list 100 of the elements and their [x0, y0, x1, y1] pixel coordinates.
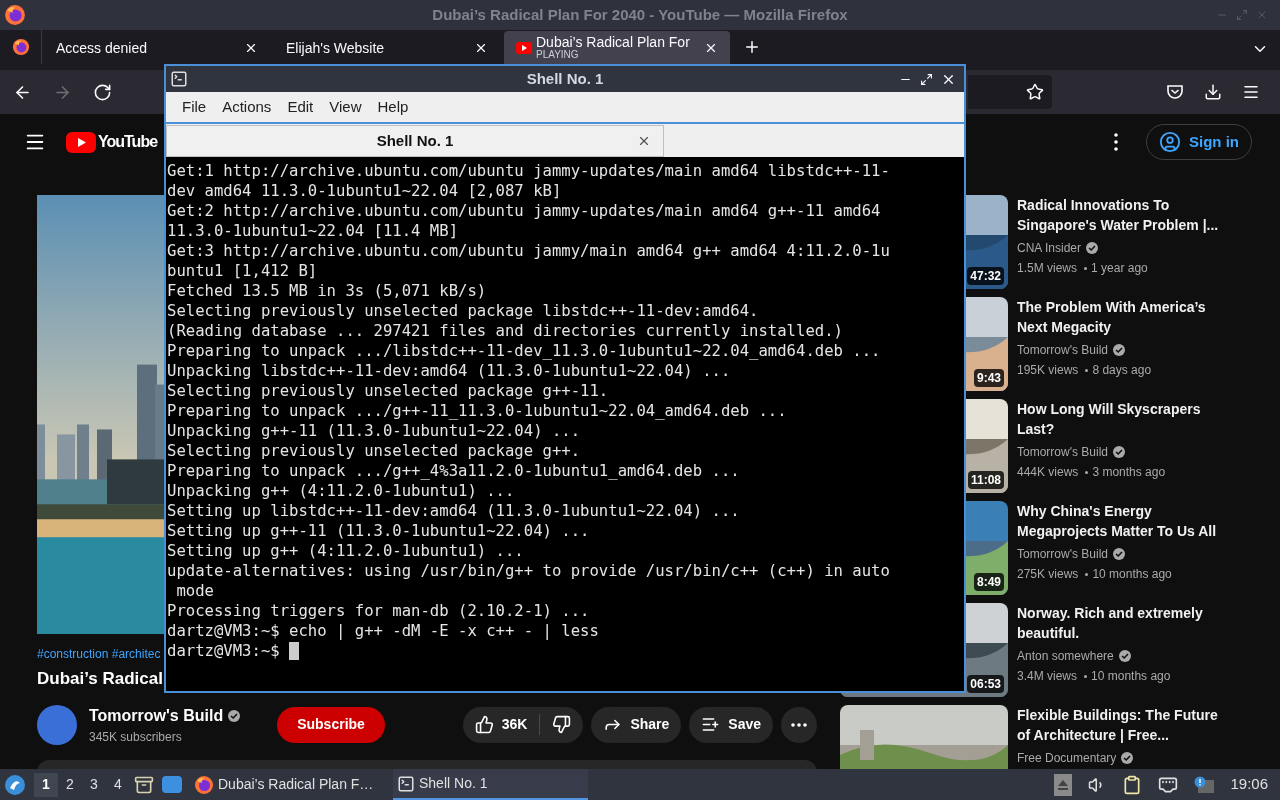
- clock: 19:06: [1230, 774, 1268, 795]
- duration-badge: 8:49: [973, 573, 1004, 591]
- video-title: How Long Will Skyscrapers Last?: [1017, 400, 1202, 439]
- desktop-icon[interactable]: [162, 776, 182, 793]
- terminal-line: Setting up libstdc++-11-dev:amd64 (11.3.0-1ubuntu1~22.04) ...: [167, 501, 740, 521]
- eject-icon[interactable]: [1054, 773, 1073, 796]
- channel-name: Free Documentary: [1017, 750, 1117, 767]
- thumbs-down-icon: [552, 715, 572, 734]
- menu-item[interactable]: Help: [369, 95, 417, 119]
- hashtags[interactable]: #construction #architec: [37, 645, 161, 663]
- terminal-line: Unpacking g++-11 (11.3.0-1ubuntu1~22.04) ...: [167, 421, 581, 441]
- youtube-logo[interactable]: YouTube: [98, 130, 158, 154]
- channel-name: Anton somewhere: [1017, 648, 1114, 665]
- terminal-line: 11.3.0-1ubuntu1~22.04 [11.4 MB]: [167, 221, 459, 241]
- firefox-icon: [194, 774, 214, 795]
- workspace-button[interactable]: 2: [58, 772, 82, 797]
- taskbar-task[interactable]: Shell No. 1: [393, 769, 588, 800]
- channel-avatar[interactable]: [37, 704, 77, 745]
- share-button[interactable]: Share: [591, 706, 682, 743]
- maximize-icon[interactable]: [920, 72, 933, 86]
- view-count: 1.5M views: [1017, 260, 1078, 277]
- tab-title: Elijah's Website: [286, 40, 385, 55]
- more-icon: [791, 722, 807, 727]
- terminal-line: Selecting previously unselected package libstdc++-11-dev:amd64.: [167, 301, 759, 321]
- thumbs-up-icon: [474, 715, 494, 734]
- verified-icon: [1117, 649, 1132, 663]
- menu-icon[interactable]: [1242, 83, 1260, 101]
- new-tab-icon[interactable]: [743, 38, 761, 56]
- video-icon: [516, 41, 532, 54]
- firefox-icon: [4, 4, 26, 26]
- menu-item[interactable]: Actions: [214, 95, 280, 119]
- video-title: Flexible Buildings: The Future of Architecture | Free...: [1017, 706, 1219, 745]
- channel-name: CNA Insider: [1017, 240, 1082, 257]
- view-count: 444K views: [1017, 464, 1079, 481]
- terminal-icon: [170, 70, 188, 88]
- terminal-line: Preparing to unpack .../libstdc++-11-dev_11.3.0-1ubuntu1~22.04_amd64.deb ...: [167, 341, 881, 361]
- terminal-line: Get:2 http://archive.ubuntu.com/ubuntu jammy-updates/main amd64 g++-11 amd64: [167, 201, 881, 221]
- terminal-line: Selecting previously unselected package g++-11.: [167, 381, 609, 401]
- taskbar-task[interactable]: Dubai’s Radical Plan F…: [190, 769, 385, 800]
- terminal-line: Setting up g++ (4:11.2.0-1ubuntu1) ...: [167, 541, 524, 561]
- tab-status: PLAYING: [536, 50, 580, 60]
- browser-tab[interactable]: Elijah's Website: [274, 31, 500, 64]
- channel-name: Tomorrow's Build: [1017, 342, 1108, 359]
- terminal-line: dartz@VM3:~$ echo | g++ -dM -E -x c++ - | less: [167, 621, 599, 641]
- more-button[interactable]: [781, 706, 817, 743]
- workspace-button[interactable]: 1: [34, 772, 58, 797]
- subscriber-count: 345K subscribers: [89, 728, 183, 746]
- terminal-line: Selecting previously unselected package g++.: [167, 441, 581, 461]
- youtube-logo-icon: [66, 131, 96, 153]
- terminal-line: update-alternatives: using /usr/bin/g++ to provide /usr/bin/c++ (c++) in auto: [167, 561, 890, 581]
- reload-icon[interactable]: [92, 82, 112, 102]
- verified-icon: [1112, 445, 1126, 459]
- view-count: 195K views: [1017, 362, 1079, 379]
- video-title: The Problem With America’s Next Megacity: [1017, 298, 1207, 337]
- add-to-list-icon: [701, 715, 721, 734]
- file-manager-icon[interactable]: [134, 774, 154, 795]
- menu-item[interactable]: Edit: [279, 95, 322, 119]
- start-menu-icon[interactable]: [4, 773, 26, 796]
- text-cursor: [289, 642, 300, 660]
- video-title: Why China's Energy Megaprojects Matter To Us All: [1017, 502, 1218, 541]
- download-icon[interactable]: [1204, 83, 1222, 101]
- close-tab-icon[interactable]: [637, 134, 651, 148]
- terminal-line: Fetched 13.5 MB in 3s (5,071 kB/s): [167, 281, 487, 301]
- terminal-tab[interactable]: Shell No. 1: [166, 125, 664, 157]
- clipboard-icon[interactable]: [1122, 774, 1143, 795]
- menu-item[interactable]: View: [321, 95, 370, 119]
- upload-age: 1 year ago: [1091, 260, 1148, 277]
- terminal-line: dartz@VM3:~$: [167, 641, 280, 661]
- window-title: Dubai’s Radical Plan For 2040 - YouTube — Mozilla Firefox: [432, 4, 848, 25]
- tab-title: Dubai’s Radical Plan For: [536, 35, 690, 49]
- notification-icon[interactable]: [1194, 775, 1215, 794]
- verified-icon: [1085, 241, 1100, 255]
- channel-name[interactable]: Tomorrow's Build: [89, 703, 224, 728]
- terminal-line: Setting up g++-11 (11.3.0-1ubuntu1~22.04) ...: [167, 521, 590, 541]
- save-button[interactable]: Save: [689, 706, 773, 743]
- view-count: 275K views: [1017, 566, 1079, 583]
- terminal-line: mode: [175, 581, 214, 601]
- upload-age: 10 months ago: [1092, 566, 1172, 583]
- browser-tab[interactable]: Access denied: [44, 31, 270, 64]
- more-icon[interactable]: [1114, 133, 1118, 151]
- bookmark-star-icon[interactable]: [1026, 83, 1044, 101]
- subscribe-button[interactable]: Subscribe: [277, 706, 385, 743]
- terminal-line: Preparing to unpack .../g++_4%3a11.2.0-1ubuntu1_amd64.deb ...: [167, 461, 740, 481]
- upload-age: 8 days ago: [1092, 362, 1152, 379]
- duration-badge: 11:08: [967, 471, 1004, 489]
- terminal-line: Get:1 http://archive.ubuntu.com/ubuntu jammy-updates/main amd64 libstdc++-11-: [167, 161, 890, 181]
- video-title: Radical Innovations To Singapore's Water Problem |...: [1017, 196, 1220, 235]
- menu-item[interactable]: File: [174, 95, 215, 119]
- window-title: Shell No. 1: [526, 68, 604, 89]
- address-bar[interactable]: [968, 75, 1052, 109]
- workspace-button[interactable]: 3: [82, 772, 106, 797]
- duration-badge: 06:53: [967, 675, 1004, 693]
- pocket-icon[interactable]: [1166, 83, 1184, 101]
- duration-badge: 47:32: [967, 267, 1004, 285]
- terminal-line: Processing triggers for man-db (2.10.2-1) ...: [167, 601, 590, 621]
- workspace-button[interactable]: 4: [106, 772, 130, 797]
- verified-icon: [1112, 343, 1126, 357]
- channel-name: Tomorrow's Build: [1017, 546, 1108, 563]
- terminal-line: buntu1 [1,412 B]: [167, 261, 318, 281]
- browser-tab[interactable]: Dubai’s Radical Plan For PLAYING: [504, 31, 730, 64]
